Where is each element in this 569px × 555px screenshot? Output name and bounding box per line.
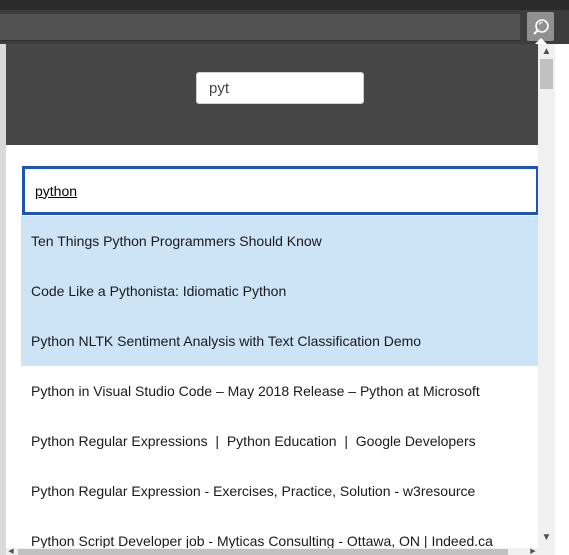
result-item[interactable]: Code Like a Pythonista: Idiomatic Python: [21, 266, 538, 316]
scroll-left-icon[interactable]: ◀: [6, 548, 16, 555]
window-top-strip: [0, 0, 569, 10]
query-text: python: [35, 182, 78, 199]
search-input[interactable]: [196, 72, 364, 104]
popup-header: [6, 44, 538, 145]
scroll-right-icon[interactable]: ▶: [528, 548, 538, 555]
extension-button[interactable]: [527, 12, 554, 41]
result-item[interactable]: Python Regular Expression - Exercises, P…: [21, 466, 538, 516]
scroll-up-icon[interactable]: ▲: [538, 44, 555, 59]
query-suggestion[interactable]: python: [22, 166, 538, 215]
window-gutter: [555, 44, 569, 555]
horizontal-scrollbar[interactable]: ◀ ▶: [6, 548, 538, 555]
vertical-scroll-thumb[interactable]: [540, 59, 553, 89]
result-item[interactable]: Python Regular Expressions | Python Educ…: [21, 416, 538, 466]
result-item[interactable]: Python in Visual Studio Code – May 2018 …: [21, 366, 538, 416]
extension-popup: python Ten Things Python Programmers Sho…: [6, 44, 538, 548]
magnifier-icon: [532, 18, 549, 35]
results-list: Ten Things Python Programmers Should Kno…: [21, 216, 538, 548]
address-bar[interactable]: [0, 14, 520, 41]
vertical-scrollbar[interactable]: ▲ ▼: [538, 44, 555, 555]
result-item[interactable]: Ten Things Python Programmers Should Kno…: [21, 216, 538, 266]
scroll-down-icon[interactable]: ▼: [538, 530, 555, 545]
result-item[interactable]: Python Script Developer job - Myticas Co…: [21, 516, 538, 548]
horizontal-scroll-thumb[interactable]: [18, 549, 508, 555]
browser-toolbar: [0, 10, 569, 44]
result-item[interactable]: Python NLTK Sentiment Analysis with Text…: [21, 316, 538, 366]
